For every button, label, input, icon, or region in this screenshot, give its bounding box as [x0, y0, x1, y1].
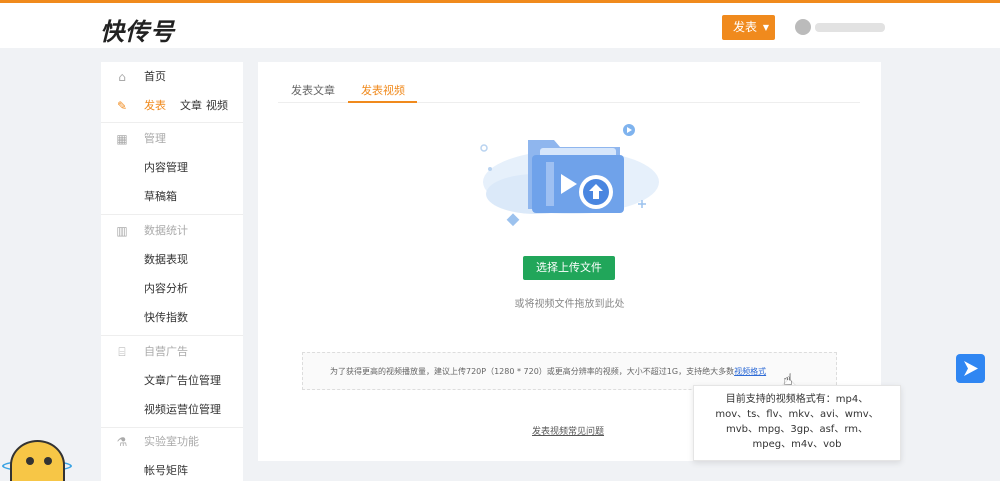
sidebar-link-article[interactable]: 文章	[180, 99, 202, 112]
hand-cursor-icon: ☝	[783, 370, 793, 389]
sidebar-item-video-ad-manage[interactable]: 视频运营位管理	[101, 398, 243, 422]
floating-play-button[interactable]	[956, 354, 985, 383]
divider	[101, 122, 243, 123]
video-faq-link[interactable]: 发表视频常见问题	[532, 424, 604, 437]
tooltip-line: mvb、mpg、3gp、asf、rm、	[725, 424, 869, 435]
bar-chart-icon: ▥	[116, 224, 128, 238]
sidebar-item-data-performance[interactable]: 数据表现	[101, 248, 243, 272]
section-label: 实验室功能	[144, 435, 199, 448]
sidebar-item-label: 视频运营位管理	[144, 403, 221, 416]
play-arrow-icon	[964, 361, 978, 376]
sidebar-item-publish[interactable]: ✎ 发表 文章 视频	[101, 94, 243, 118]
grid-icon: ▦	[116, 132, 128, 146]
mascot-eye	[44, 457, 52, 465]
flask-icon: ⚗	[116, 435, 128, 449]
tooltip-line: 目前支持的视频格式有：mp4、	[725, 394, 869, 405]
sidebar-item-content-manage[interactable]: 内容管理	[101, 156, 243, 180]
sidebar-item-label: 发表	[144, 99, 166, 112]
sidebar-item-label: 内容管理	[144, 161, 188, 174]
edit-icon: ✎	[116, 99, 128, 113]
sidebar-item-label: 帐号矩阵	[144, 464, 188, 477]
sidebar-item-drafts[interactable]: 草稿箱	[101, 185, 243, 209]
divider	[101, 427, 243, 428]
tooltip-line: mov、ts、flv、mkv、avi、wmv、	[715, 409, 879, 420]
drop-zone-hint[interactable]: 或将视频文件拖放到此处	[258, 295, 881, 310]
section-label: 数据统计	[144, 224, 188, 237]
sidebar-item-label: 数据表现	[144, 253, 188, 266]
sidebar-item-label: 首页	[144, 70, 166, 83]
top-bar: 快传号 发表 ▼	[0, 0, 1000, 48]
video-format-tooltip: 目前支持的视频格式有：mp4、 mov、ts、flv、mkv、avi、wmv、 …	[693, 385, 901, 461]
sidebar-item-label: 文章广告位管理	[144, 374, 221, 387]
avatar[interactable]	[795, 19, 811, 35]
sidebar: ⌂ 首页 ✎ 发表 文章 视频 ▦ 管理 内容管理 草稿箱 ▥ 数据统计 数据表现…	[101, 62, 243, 481]
tab-publish-article[interactable]: 发表文章	[291, 82, 335, 98]
sidebar-section-stats: ▥ 数据统计	[101, 219, 243, 243]
username-blurred[interactable]	[815, 23, 885, 32]
publish-dropdown-button[interactable]: 发表 ▼	[722, 15, 775, 40]
tab-publish-video[interactable]: 发表视频	[361, 82, 405, 98]
divider	[101, 214, 243, 215]
sidebar-section-ads: ⌸ 自营广告	[101, 340, 243, 364]
sidebar-item-article-ad-manage[interactable]: 文章广告位管理	[101, 369, 243, 393]
sidebar-item-label: 草稿箱	[144, 190, 177, 203]
home-icon: ⌂	[118, 70, 126, 84]
mascot-cat-icon[interactable]	[10, 440, 65, 481]
section-label: 管理	[144, 132, 166, 145]
sidebar-section-lab: ⚗ 实验室功能	[101, 430, 243, 454]
tab-bar: 发表文章 发表视频	[278, 76, 860, 103]
sidebar-item-label: 内容分析	[144, 282, 188, 295]
app-logo[interactable]: 快传号	[100, 12, 175, 47]
publish-button-label: 发表	[733, 20, 758, 34]
section-label: 自营广告	[144, 345, 188, 358]
chevron-down-icon: ▼	[762, 23, 769, 32]
sidebar-item-home[interactable]: ⌂ 首页	[101, 65, 243, 89]
sidebar-item-label: 快传指数	[144, 311, 188, 324]
tooltip-line: mpeg、m4v、vob	[752, 439, 842, 450]
sidebar-section-manage: ▦ 管理	[101, 127, 243, 151]
sidebar-item-kuaichuan-index[interactable]: 快传指数	[101, 306, 243, 330]
video-format-link[interactable]: 视频格式	[734, 367, 766, 376]
active-tab-indicator	[348, 101, 417, 103]
sidebar-item-account-matrix[interactable]: 帐号矩阵	[101, 459, 243, 481]
sidebar-item-content-analysis[interactable]: 内容分析	[101, 277, 243, 301]
divider	[101, 335, 243, 336]
notice-text: 为了获得更高的视频播放量，建议上传720P（1280 * 720）或更高分辨率的…	[330, 367, 735, 376]
store-icon: ⌸	[118, 345, 126, 359]
upload-folder-illustration[interactable]	[476, 122, 666, 230]
sidebar-link-video[interactable]: 视频	[206, 99, 228, 112]
mascot-eye	[26, 457, 34, 465]
select-upload-file-button[interactable]: 选择上传文件	[523, 256, 615, 280]
